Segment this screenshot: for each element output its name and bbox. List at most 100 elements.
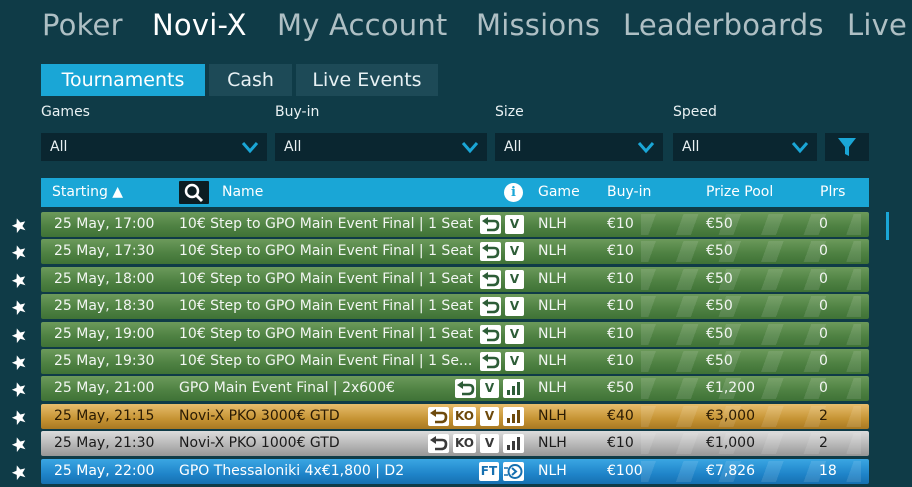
badge-v: V bbox=[480, 379, 499, 398]
column-buyin[interactable]: Buy-in bbox=[607, 178, 651, 207]
favorite-star-icon[interactable] bbox=[11, 436, 27, 452]
buyin-filter-select[interactable]: All bbox=[275, 133, 487, 161]
rebuy-icon bbox=[480, 270, 501, 289]
chevron-down-icon bbox=[461, 142, 479, 154]
scrollbar[interactable] bbox=[886, 212, 889, 240]
row-buyin: €10 bbox=[607, 271, 634, 287]
tab-tournaments[interactable]: Tournaments bbox=[41, 64, 205, 96]
games-filter-select[interactable]: All bbox=[41, 133, 267, 161]
badge-ko: KO bbox=[453, 407, 476, 426]
tab-cash[interactable]: Cash bbox=[209, 64, 292, 96]
rebuy-icon bbox=[480, 242, 501, 261]
row-start-time: 25 May, 18:00 bbox=[54, 271, 155, 287]
nav-my-account[interactable]: My Account bbox=[277, 8, 448, 42]
favorite-star-icon[interactable] bbox=[11, 381, 27, 397]
row-prize-pool: €1,200 bbox=[706, 380, 755, 396]
row-background-pattern bbox=[641, 241, 861, 262]
table-row[interactable]: 25 May, 17:00 10€ Step to GPO Main Event … bbox=[41, 212, 869, 237]
row-game: NLH bbox=[538, 271, 567, 287]
nav-poker[interactable]: Poker bbox=[42, 8, 123, 42]
table-row[interactable]: 25 May, 21:15 Novi-X PKO 3000€ GTD NLH €40 €… bbox=[41, 404, 869, 429]
row-players: 0 bbox=[819, 326, 828, 342]
row-players: 0 bbox=[819, 298, 828, 314]
favorite-star-icon[interactable] bbox=[11, 464, 27, 480]
table-row[interactable]: 25 May, 19:00 10€ Step to GPO Main Event … bbox=[41, 322, 869, 347]
column-starting[interactable]: Starting ▲ bbox=[52, 178, 123, 207]
table-row[interactable]: 25 May, 18:30 10€ Step to GPO Main Event … bbox=[41, 294, 869, 319]
column-players[interactable]: Plrs bbox=[820, 178, 845, 207]
favorite-star-icon[interactable] bbox=[11, 409, 27, 425]
badge-v: V bbox=[505, 297, 524, 316]
table-row[interactable]: 25 May, 19:30 10€ Step to GPO Main Event … bbox=[41, 349, 869, 374]
row-start-time: 25 May, 18:30 bbox=[54, 298, 155, 314]
nav-novi-x[interactable]: Novi-X bbox=[152, 8, 247, 42]
row-game: NLH bbox=[538, 326, 567, 342]
funnel-icon bbox=[838, 138, 856, 156]
favorite-star-icon[interactable] bbox=[11, 354, 27, 370]
rebuy-icon bbox=[480, 215, 501, 234]
row-start-time: 25 May, 22:00 bbox=[54, 463, 155, 479]
name-search-button[interactable] bbox=[179, 181, 209, 204]
row-buyin: €10 bbox=[607, 435, 634, 451]
favorite-star-icon[interactable] bbox=[11, 244, 27, 260]
column-name[interactable]: Name bbox=[222, 178, 263, 207]
badge-v: V bbox=[480, 434, 499, 453]
row-prize-pool: €1,000 bbox=[706, 435, 755, 451]
row-start-time: 25 May, 19:00 bbox=[54, 326, 155, 342]
favorite-star-icon[interactable] bbox=[11, 217, 27, 233]
row-tournament-name: 10€ Step to GPO Main Event Final | 1 Sea… bbox=[179, 216, 473, 232]
nav-live[interactable]: Live bbox=[847, 8, 907, 42]
table-row[interactable]: 25 May, 17:30 10€ Step to GPO Main Event … bbox=[41, 239, 869, 264]
chevron-down-icon bbox=[791, 142, 809, 154]
table-row[interactable]: 25 May, 21:00 GPO Main Event Final | 2x60… bbox=[41, 376, 869, 401]
table-row[interactable]: 25 May, 22:00 GPO Thessaloniki 4x€1,800 |… bbox=[41, 459, 869, 484]
filter-button[interactable] bbox=[825, 133, 869, 161]
row-players: 0 bbox=[819, 243, 828, 259]
buyin-filter-value: All bbox=[284, 139, 302, 155]
row-tournament-name: Novi-X PKO 1000€ GTD bbox=[179, 435, 340, 451]
row-game: NLH bbox=[538, 353, 567, 369]
size-filter-label: Size bbox=[495, 104, 524, 120]
info-icon[interactable]: i bbox=[504, 183, 523, 202]
row-buyin: €10 bbox=[607, 216, 634, 232]
row-players: 0 bbox=[819, 353, 828, 369]
row-prize-pool: €7,826 bbox=[706, 463, 755, 479]
column-game[interactable]: Game bbox=[538, 178, 580, 207]
favorite-star-icon[interactable] bbox=[11, 272, 27, 288]
badge-v: V bbox=[505, 242, 524, 261]
favorite-star-icon[interactable] bbox=[11, 327, 27, 343]
table-row[interactable]: 25 May, 21:30 Novi-X PKO 1000€ GTD NLH €10 €… bbox=[41, 431, 869, 456]
bar-chart-icon bbox=[503, 407, 524, 426]
column-prize-pool[interactable]: Prize Pool bbox=[706, 178, 773, 207]
speed-filter-select[interactable]: All bbox=[673, 133, 817, 161]
row-players: 0 bbox=[819, 271, 828, 287]
nav-leaderboards[interactable]: Leaderboards bbox=[623, 8, 824, 42]
rebuy-icon bbox=[480, 325, 501, 344]
tab-live-events[interactable]: Live Events bbox=[296, 64, 438, 96]
row-prize-pool: €50 bbox=[706, 353, 733, 369]
buyin-filter-label: Buy-in bbox=[275, 104, 320, 120]
tournament-table-header: Starting ▲ Name i Game Buy-in Prize Pool… bbox=[41, 178, 869, 207]
row-start-time: 25 May, 21:15 bbox=[54, 408, 155, 424]
row-game: NLH bbox=[538, 298, 567, 314]
row-tournament-name: 10€ Step to GPO Main Event Final | 1 Se.… bbox=[179, 353, 473, 369]
row-background-pattern bbox=[641, 269, 861, 290]
rebuy-icon bbox=[480, 297, 501, 316]
row-players: 18 bbox=[819, 463, 837, 479]
row-game: NLH bbox=[538, 243, 567, 259]
row-buyin: €100 bbox=[607, 463, 643, 479]
nav-missions[interactable]: Missions bbox=[476, 8, 600, 42]
row-game: NLH bbox=[538, 408, 567, 424]
size-filter-select[interactable]: All bbox=[495, 133, 663, 161]
row-prize-pool: €50 bbox=[706, 271, 733, 287]
rebuy-icon bbox=[428, 407, 449, 426]
row-buyin: €40 bbox=[607, 408, 634, 424]
speed-filter-value: All bbox=[682, 139, 700, 155]
favorite-star-icon[interactable] bbox=[11, 299, 27, 315]
row-background-pattern bbox=[641, 214, 861, 235]
table-row[interactable]: 25 May, 18:00 10€ Step to GPO Main Event … bbox=[41, 267, 869, 292]
chevron-down-icon bbox=[241, 142, 259, 154]
badge-v: V bbox=[505, 270, 524, 289]
row-players: 0 bbox=[819, 216, 828, 232]
top-navigation: Poker Novi-X My Account Missions Leaderb… bbox=[0, 0, 912, 58]
